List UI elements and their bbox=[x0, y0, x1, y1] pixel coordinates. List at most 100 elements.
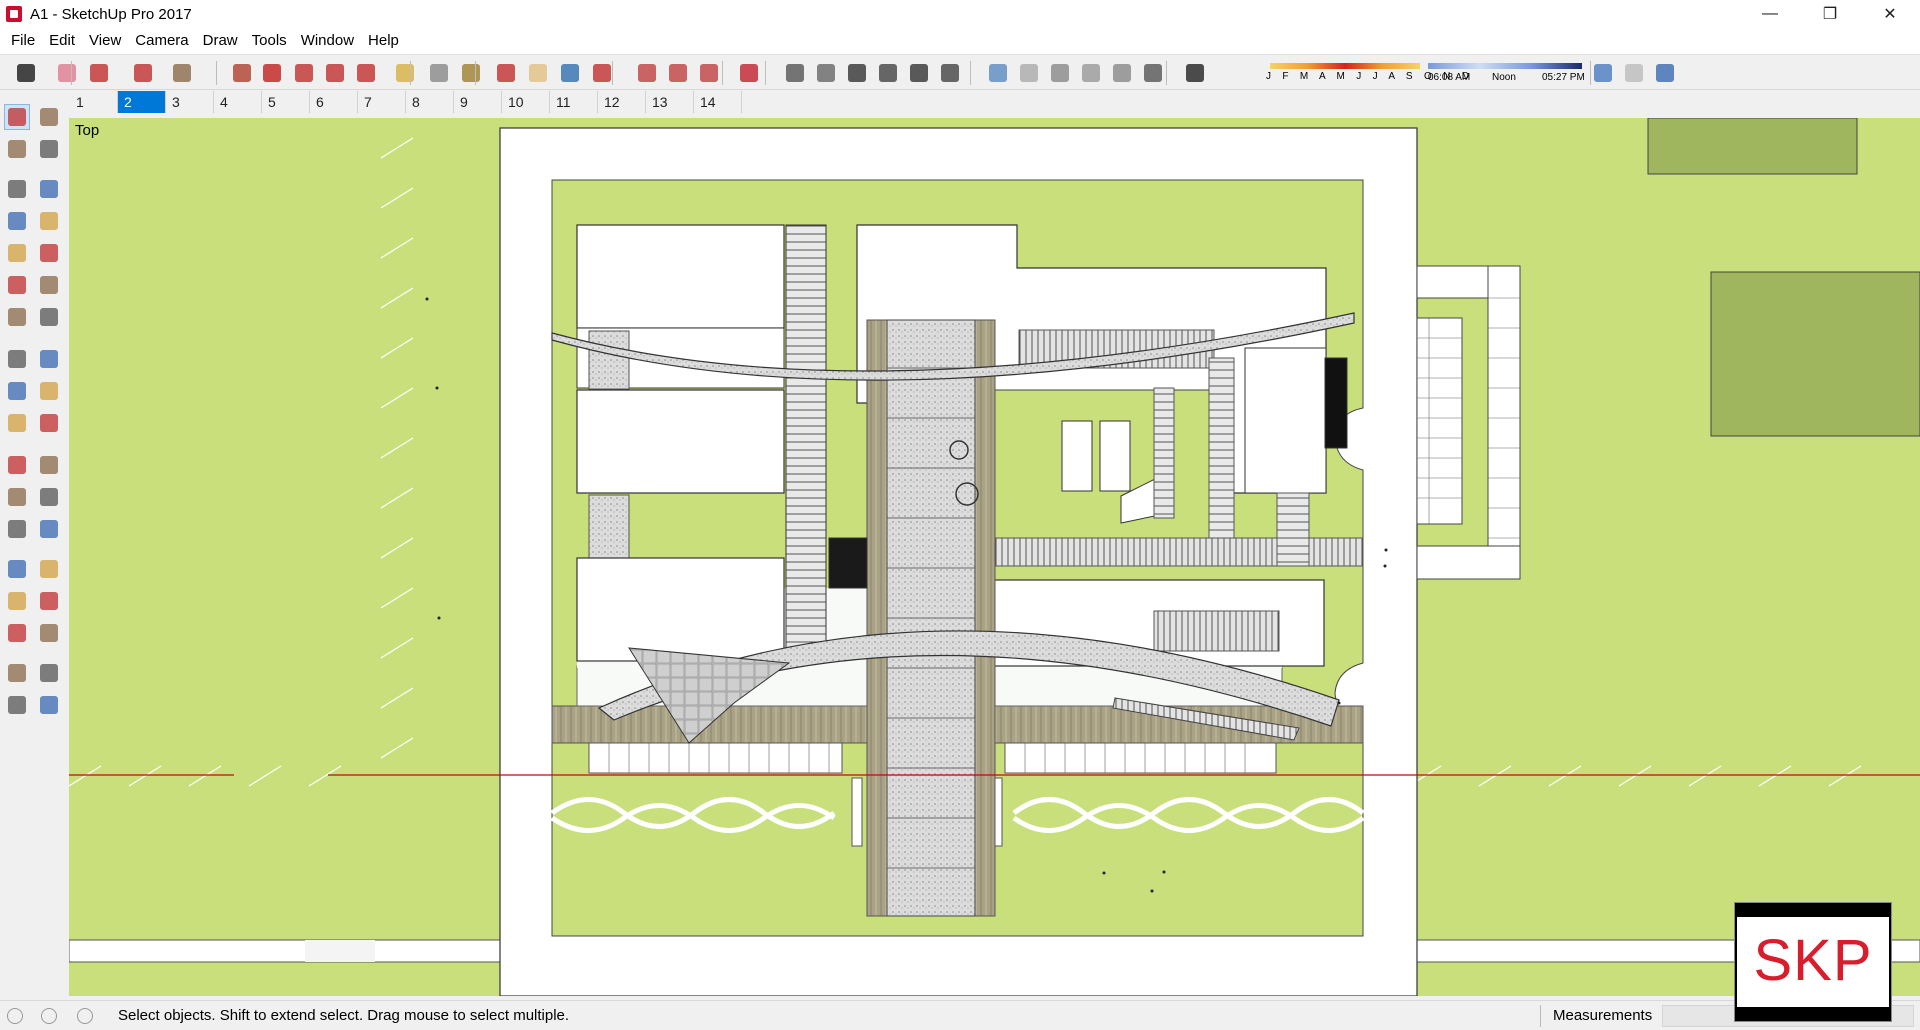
push-pull-icon[interactable] bbox=[230, 61, 254, 85]
zoom-icon[interactable] bbox=[558, 61, 582, 85]
scene-tab-11[interactable]: 11 bbox=[550, 91, 598, 113]
scene-tab-10[interactable]: 10 bbox=[502, 91, 550, 113]
zoom-extents-icon[interactable] bbox=[590, 61, 614, 85]
tool-freehand-icon[interactable] bbox=[36, 176, 62, 202]
top-view-icon[interactable] bbox=[814, 61, 838, 85]
tool-rotate-icon[interactable] bbox=[4, 378, 30, 404]
geo-location-icon[interactable] bbox=[1591, 61, 1615, 85]
tool-text-icon[interactable] bbox=[36, 484, 62, 510]
text-icon[interactable] bbox=[427, 61, 451, 85]
orbit-icon[interactable] bbox=[494, 61, 518, 85]
layout-icon[interactable] bbox=[697, 61, 721, 85]
tape-measure-icon[interactable] bbox=[393, 61, 417, 85]
scene-tab-5[interactable]: 5 bbox=[262, 91, 310, 113]
follow-me-icon[interactable] bbox=[260, 61, 284, 85]
menu-file[interactable]: File bbox=[4, 28, 42, 54]
scene-tab-14[interactable]: 14 bbox=[694, 91, 742, 113]
minimize-button[interactable]: — bbox=[1740, 0, 1800, 28]
eraser-icon[interactable] bbox=[55, 61, 79, 85]
tool-three-point-arc-icon[interactable] bbox=[4, 304, 30, 330]
tool-eraser-icon[interactable] bbox=[36, 136, 62, 162]
select-icon[interactable] bbox=[14, 61, 38, 85]
scale-icon[interactable] bbox=[354, 61, 378, 85]
tool-circle-icon[interactable] bbox=[4, 240, 30, 266]
tool-paint-bucket-icon[interactable] bbox=[4, 136, 30, 162]
tool-component-icon[interactable] bbox=[36, 104, 62, 130]
tool-section-plane-icon[interactable] bbox=[36, 692, 62, 718]
menu-view[interactable]: View bbox=[82, 28, 128, 54]
ruby-icon[interactable] bbox=[737, 61, 761, 85]
restore-button[interactable]: ❐ bbox=[1800, 0, 1860, 28]
menu-camera[interactable]: Camera bbox=[128, 28, 195, 54]
front-view-icon[interactable] bbox=[845, 61, 869, 85]
tool-rectangle-icon[interactable] bbox=[4, 208, 30, 234]
shaded-textures-icon[interactable] bbox=[1141, 61, 1165, 85]
geo-location-status-icon[interactable] bbox=[7, 1008, 23, 1024]
fog-icon[interactable] bbox=[1622, 61, 1646, 85]
tool-two-point-arc-icon[interactable] bbox=[36, 272, 62, 298]
menu-window[interactable]: Window bbox=[294, 28, 361, 54]
menu-help[interactable]: Help bbox=[361, 28, 406, 54]
scene-tab-6[interactable]: 6 bbox=[310, 91, 358, 113]
tool-select-icon[interactable] bbox=[4, 104, 30, 130]
menu-edit[interactable]: Edit bbox=[42, 28, 82, 54]
rotate-icon[interactable] bbox=[323, 61, 347, 85]
tool-follow-me-icon[interactable] bbox=[36, 378, 62, 404]
scene-tab-9[interactable]: 9 bbox=[454, 91, 502, 113]
tool-axes-icon[interactable] bbox=[4, 516, 30, 542]
line-icon[interactable] bbox=[87, 61, 111, 85]
shaded-icon[interactable] bbox=[1110, 61, 1134, 85]
tool-zoom-icon[interactable] bbox=[4, 588, 30, 614]
scene-tab-12[interactable]: 12 bbox=[598, 91, 646, 113]
tool-position-camera-icon[interactable] bbox=[4, 660, 30, 686]
wireframe-icon[interactable] bbox=[1048, 61, 1072, 85]
shadows-icon[interactable] bbox=[1183, 61, 1207, 85]
paint-bucket-icon[interactable] bbox=[459, 61, 483, 85]
user-account-icon[interactable] bbox=[77, 1008, 93, 1024]
tool-push-pull-icon[interactable] bbox=[36, 346, 62, 372]
time-slider[interactable] bbox=[1428, 63, 1582, 69]
tool-line-icon[interactable] bbox=[4, 176, 30, 202]
scene-tab-7[interactable]: 7 bbox=[358, 91, 406, 113]
tool-dimension-icon[interactable] bbox=[36, 452, 62, 478]
tool-offset-icon[interactable] bbox=[36, 410, 62, 436]
drawing-viewport[interactable]: Top bbox=[69, 118, 1920, 996]
warehouse-icon[interactable] bbox=[635, 61, 659, 85]
add-location-icon[interactable] bbox=[1653, 61, 1677, 85]
tool-rotated-rectangle-icon[interactable] bbox=[36, 208, 62, 234]
scene-tab-2[interactable]: 2 bbox=[118, 91, 166, 113]
scene-tab-13[interactable]: 13 bbox=[646, 91, 694, 113]
tool-zoom-extents-icon[interactable] bbox=[4, 620, 30, 646]
tool-pie-icon[interactable] bbox=[36, 304, 62, 330]
tool-3d-text-icon[interactable] bbox=[36, 516, 62, 542]
scene-tab-1[interactable]: 1 bbox=[70, 91, 118, 113]
tool-orbit-icon[interactable] bbox=[4, 556, 30, 582]
tool-look-around-icon[interactable] bbox=[36, 660, 62, 686]
tool-arc-icon[interactable] bbox=[4, 272, 30, 298]
tool-protractor-icon[interactable] bbox=[4, 484, 30, 510]
scene-tab-3[interactable]: 3 bbox=[166, 91, 214, 113]
rectangle-icon[interactable] bbox=[170, 61, 194, 85]
hidden-line-icon[interactable] bbox=[1079, 61, 1103, 85]
right-view-icon[interactable] bbox=[876, 61, 900, 85]
arc-icon[interactable] bbox=[131, 61, 155, 85]
tool-pan-icon[interactable] bbox=[36, 556, 62, 582]
tool-walk-icon[interactable] bbox=[4, 692, 30, 718]
date-slider[interactable] bbox=[1270, 63, 1420, 69]
menu-tools[interactable]: Tools bbox=[245, 28, 294, 54]
tool-previous-view-icon[interactable] bbox=[36, 620, 62, 646]
menu-draw[interactable]: Draw bbox=[196, 28, 245, 54]
move-icon[interactable] bbox=[292, 61, 316, 85]
iso-view-icon[interactable] bbox=[783, 61, 807, 85]
scene-tab-8[interactable]: 8 bbox=[406, 91, 454, 113]
scene-tab-4[interactable]: 4 bbox=[214, 91, 262, 113]
close-button[interactable]: ✕ bbox=[1860, 0, 1920, 28]
tool-scale-icon[interactable] bbox=[4, 410, 30, 436]
tool-tape-measure-icon[interactable] bbox=[4, 452, 30, 478]
tool-polygon-icon[interactable] bbox=[36, 240, 62, 266]
back-view-icon[interactable] bbox=[907, 61, 931, 85]
xray-icon[interactable] bbox=[986, 61, 1010, 85]
extension-warehouse-icon[interactable] bbox=[666, 61, 690, 85]
credits-status-icon[interactable] bbox=[41, 1008, 57, 1024]
pan-icon[interactable] bbox=[526, 61, 550, 85]
